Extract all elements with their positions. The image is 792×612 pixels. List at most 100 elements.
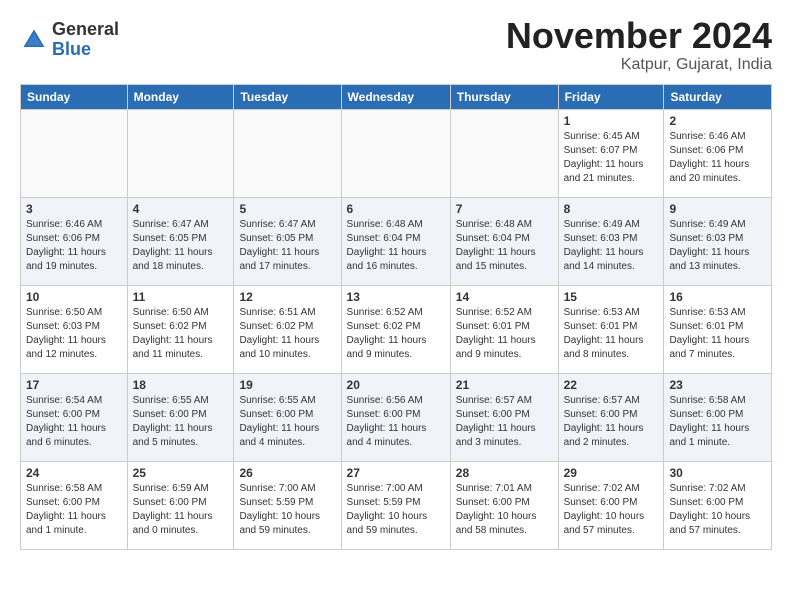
page-title: November 2024 (506, 16, 772, 56)
calendar-day-cell: 7 Sunrise: 6:48 AMSunset: 6:04 PMDaylight… (450, 197, 558, 285)
day-info: Sunrise: 6:48 AMSunset: 6:04 PMDaylight:… (456, 218, 553, 274)
day-info: Sunrise: 6:55 AMSunset: 6:00 PMDaylight:… (239, 394, 335, 450)
calendar-day-cell: 21 Sunrise: 6:57 AMSunset: 6:00 PMDayligh… (450, 373, 558, 461)
calendar-day-cell: 4 Sunrise: 6:47 AMSunset: 6:05 PMDaylight… (127, 197, 234, 285)
calendar-day-cell: 5 Sunrise: 6:47 AMSunset: 6:05 PMDaylight… (234, 197, 341, 285)
day-info: Sunrise: 6:57 AMSunset: 6:00 PMDaylight:… (564, 394, 659, 450)
day-info: Sunrise: 7:00 AMSunset: 5:59 PMDaylight:… (347, 482, 445, 538)
calendar-day-header: Sunday (21, 84, 128, 109)
day-number: 7 (456, 202, 553, 216)
day-number: 30 (669, 466, 766, 480)
day-number: 17 (26, 378, 122, 392)
calendar-day-cell: 24 Sunrise: 6:58 AMSunset: 6:00 PMDayligh… (21, 461, 128, 549)
calendar-day-cell (21, 109, 128, 197)
calendar-day-header: Friday (558, 84, 664, 109)
day-number: 20 (347, 378, 445, 392)
calendar-day-cell: 2 Sunrise: 6:46 AMSunset: 6:06 PMDaylight… (664, 109, 772, 197)
day-info: Sunrise: 6:52 AMSunset: 6:01 PMDaylight:… (456, 306, 553, 362)
day-info: Sunrise: 7:02 AMSunset: 6:00 PMDaylight:… (669, 482, 766, 538)
day-info: Sunrise: 6:55 AMSunset: 6:00 PMDaylight:… (133, 394, 229, 450)
day-number: 15 (564, 290, 659, 304)
day-number: 26 (239, 466, 335, 480)
calendar-day-cell (234, 109, 341, 197)
day-info: Sunrise: 6:48 AMSunset: 6:04 PMDaylight:… (347, 218, 445, 274)
day-info: Sunrise: 6:46 AMSunset: 6:06 PMDaylight:… (669, 130, 766, 186)
day-number: 6 (347, 202, 445, 216)
calendar-day-cell: 10 Sunrise: 6:50 AMSunset: 6:03 PMDayligh… (21, 285, 128, 373)
day-info: Sunrise: 6:54 AMSunset: 6:00 PMDaylight:… (26, 394, 122, 450)
calendar-week-row: 3 Sunrise: 6:46 AMSunset: 6:06 PMDaylight… (21, 197, 772, 285)
calendar-week-row: 24 Sunrise: 6:58 AMSunset: 6:00 PMDayligh… (21, 461, 772, 549)
day-number: 13 (347, 290, 445, 304)
day-info: Sunrise: 6:53 AMSunset: 6:01 PMDaylight:… (564, 306, 659, 362)
page: General Blue November 2024 Katpur, Gujar… (0, 0, 792, 566)
calendar-day-cell: 9Sunrise: 6:49 AMSunset: 6:03 PMDaylight… (664, 197, 772, 285)
calendar-day-cell: 3 Sunrise: 6:46 AMSunset: 6:06 PMDaylight… (21, 197, 128, 285)
day-info: Sunrise: 6:46 AMSunset: 6:06 PMDaylight:… (26, 218, 122, 274)
day-info: Sunrise: 6:50 AMSunset: 6:02 PMDaylight:… (133, 306, 229, 362)
day-info: Sunrise: 6:56 AMSunset: 6:00 PMDaylight:… (347, 394, 445, 450)
day-number: 4 (133, 202, 229, 216)
header: General Blue November 2024 Katpur, Gujar… (20, 16, 772, 74)
calendar-day-cell: 17 Sunrise: 6:54 AMSunset: 6:00 PMDayligh… (21, 373, 128, 461)
day-number: 10 (26, 290, 122, 304)
calendar-day-cell: 15 Sunrise: 6:53 AMSunset: 6:01 PMDayligh… (558, 285, 664, 373)
day-number: 21 (456, 378, 553, 392)
calendar-day-cell: 26Sunrise: 7:00 AMSunset: 5:59 PMDayligh… (234, 461, 341, 549)
calendar-day-cell: 11 Sunrise: 6:50 AMSunset: 6:02 PMDayligh… (127, 285, 234, 373)
day-info: Sunrise: 6:58 AMSunset: 6:00 PMDaylight:… (669, 394, 766, 450)
day-number: 1 (564, 114, 659, 128)
calendar-day-cell: 19Sunrise: 6:55 AMSunset: 6:00 PMDayligh… (234, 373, 341, 461)
day-info: Sunrise: 7:01 AMSunset: 6:00 PMDaylight:… (456, 482, 553, 538)
calendar-day-cell (450, 109, 558, 197)
day-number: 3 (26, 202, 122, 216)
day-info: Sunrise: 6:47 AMSunset: 6:05 PMDaylight:… (133, 218, 229, 274)
calendar-day-cell: 12 Sunrise: 6:51 AMSunset: 6:02 PMDayligh… (234, 285, 341, 373)
calendar-day-cell: 29Sunrise: 7:02 AMSunset: 6:00 PMDayligh… (558, 461, 664, 549)
calendar-day-header: Tuesday (234, 84, 341, 109)
day-info: Sunrise: 6:49 AMSunset: 6:03 PMDaylight:… (564, 218, 659, 274)
title-block: November 2024 Katpur, Gujarat, India (506, 16, 772, 74)
calendar-day-cell: 20 Sunrise: 6:56 AMSunset: 6:00 PMDayligh… (341, 373, 450, 461)
day-info: Sunrise: 6:59 AMSunset: 6:00 PMDaylight:… (133, 482, 229, 538)
day-number: 11 (133, 290, 229, 304)
calendar-day-header: Monday (127, 84, 234, 109)
calendar-day-cell: 30 Sunrise: 7:02 AMSunset: 6:00 PMDayligh… (664, 461, 772, 549)
page-subtitle: Katpur, Gujarat, India (506, 56, 772, 74)
day-number: 14 (456, 290, 553, 304)
calendar-day-header: Saturday (664, 84, 772, 109)
day-number: 25 (133, 466, 229, 480)
day-info: Sunrise: 6:57 AMSunset: 6:00 PMDaylight:… (456, 394, 553, 450)
calendar-day-cell: 8 Sunrise: 6:49 AMSunset: 6:03 PMDaylight… (558, 197, 664, 285)
calendar-header-row: SundayMondayTuesdayWednesdayThursdayFrid… (21, 84, 772, 109)
day-info: Sunrise: 6:53 AMSunset: 6:01 PMDaylight:… (669, 306, 766, 362)
day-number: 29 (564, 466, 659, 480)
day-info: Sunrise: 6:52 AMSunset: 6:02 PMDaylight:… (347, 306, 445, 362)
calendar-day-cell (341, 109, 450, 197)
day-number: 2 (669, 114, 766, 128)
calendar-day-cell: 13 Sunrise: 6:52 AMSunset: 6:02 PMDayligh… (341, 285, 450, 373)
calendar-day-cell: 23 Sunrise: 6:58 AMSunset: 6:00 PMDayligh… (664, 373, 772, 461)
calendar-day-cell (127, 109, 234, 197)
calendar-week-row: 17 Sunrise: 6:54 AMSunset: 6:00 PMDayligh… (21, 373, 772, 461)
day-info: Sunrise: 6:58 AMSunset: 6:00 PMDaylight:… (26, 482, 122, 538)
day-info: Sunrise: 6:49 AMSunset: 6:03 PMDaylight:… (669, 218, 766, 274)
calendar-day-cell: 6 Sunrise: 6:48 AMSunset: 6:04 PMDaylight… (341, 197, 450, 285)
logo-general: General (52, 19, 119, 39)
day-number: 12 (239, 290, 335, 304)
day-number: 22 (564, 378, 659, 392)
day-number: 5 (239, 202, 335, 216)
logo-icon (20, 26, 48, 54)
calendar-day-cell: 14 Sunrise: 6:52 AMSunset: 6:01 PMDayligh… (450, 285, 558, 373)
day-info: Sunrise: 6:50 AMSunset: 6:03 PMDaylight:… (26, 306, 122, 362)
calendar-day-header: Wednesday (341, 84, 450, 109)
calendar-week-row: 10 Sunrise: 6:50 AMSunset: 6:03 PMDayligh… (21, 285, 772, 373)
day-info: Sunrise: 6:51 AMSunset: 6:02 PMDaylight:… (239, 306, 335, 362)
day-number: 18 (133, 378, 229, 392)
calendar-day-header: Thursday (450, 84, 558, 109)
day-number: 24 (26, 466, 122, 480)
day-number: 23 (669, 378, 766, 392)
day-number: 8 (564, 202, 659, 216)
calendar-day-cell: 1Sunrise: 6:45 AMSunset: 6:07 PMDaylight… (558, 109, 664, 197)
day-info: Sunrise: 6:47 AMSunset: 6:05 PMDaylight:… (239, 218, 335, 274)
